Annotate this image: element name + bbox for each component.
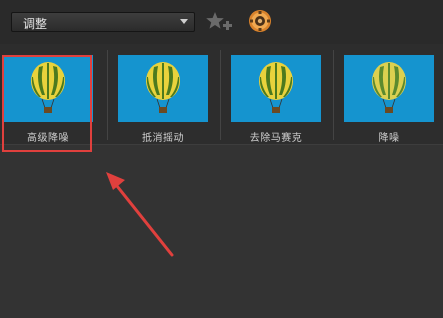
annotation-arrow-icon xyxy=(106,172,174,257)
